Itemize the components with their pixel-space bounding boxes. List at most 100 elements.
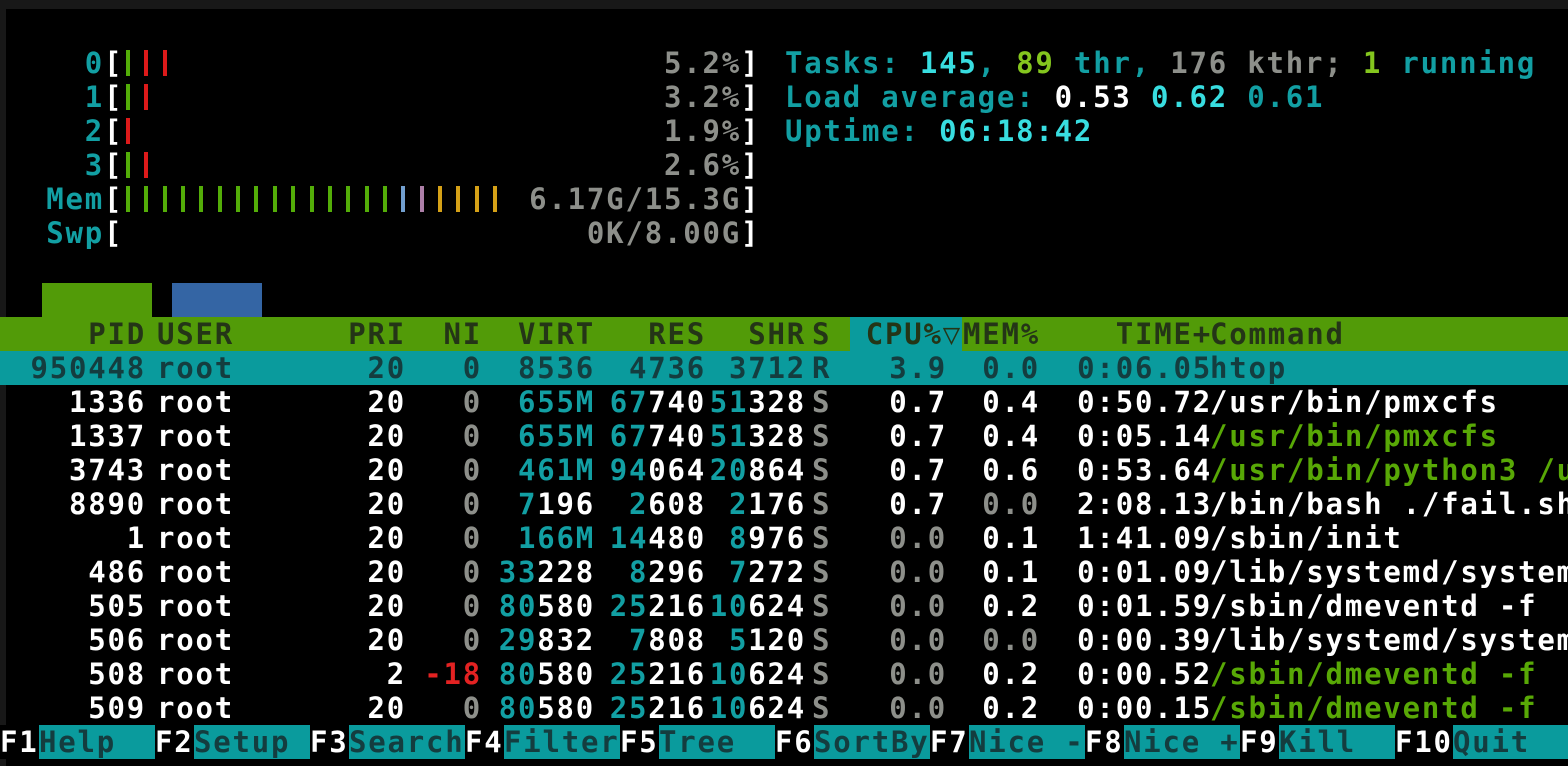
cell-time: 0:05.14 xyxy=(1073,419,1212,453)
fkey-nice[interactable]: F8Nice + xyxy=(1085,725,1240,759)
cell-cpu: 0.7 xyxy=(858,487,947,521)
process-row[interactable]: 486root2003322882967272S0.00.10:01.09/li… xyxy=(0,555,1568,589)
fkey-label: SortBy xyxy=(814,725,930,759)
cell-text: 0.0 xyxy=(889,589,947,623)
cell-text: /lib/systemd/system xyxy=(1210,623,1568,657)
process-row[interactable]: 506root2002983278085120S0.00.00:00.39/li… xyxy=(0,623,1568,657)
cell-text: 0.2 xyxy=(982,691,1040,725)
cell-mem: 0.4 xyxy=(952,385,1040,419)
cell-text: 29 xyxy=(499,623,538,657)
cell-s: S xyxy=(812,589,838,623)
cell-res: 25216 xyxy=(598,589,706,623)
process-row-selected[interactable]: 950448root200853647363712R3.90.00:06.05h… xyxy=(0,351,1568,385)
cell-shr: 10624 xyxy=(698,657,806,691)
process-table-header: PID USER PRINIVIRTRESSHRS CPU%▽MEM% TIME+Com… xyxy=(0,317,1568,351)
function-key-bar: F1HelpF2SetupF3SearchF4FilterF5TreeF6Sor… xyxy=(0,725,1568,759)
meter-open-bracket: [ xyxy=(104,80,126,114)
process-row[interactable]: 1root200166M144808976S0.00.11:41.09/sbin… xyxy=(0,521,1568,555)
tasks-summary-segment: 1 xyxy=(1363,46,1382,80)
fkey-quit[interactable]: F10Quit xyxy=(1395,725,1568,759)
fkey-number: F8 xyxy=(1085,725,1124,759)
cell-mem: 0.2 xyxy=(952,657,1040,691)
cell-text: root xyxy=(157,487,234,521)
cell-cpu: 0.0 xyxy=(858,521,947,555)
cell-text: 0.7 xyxy=(889,385,947,419)
cell-text: 0.1 xyxy=(982,521,1040,555)
cell-text: 1:41.09 xyxy=(1077,521,1212,555)
cell-text: 0.7 xyxy=(889,487,947,521)
cell-text: 67 xyxy=(610,385,649,419)
column-header-cpu-sorted[interactable]: CPU%▽ xyxy=(850,317,962,351)
fkey-filter[interactable]: F4Filter xyxy=(465,725,620,759)
column-header-pri[interactable]: PRI xyxy=(330,317,406,351)
column-header-time[interactable]: TIME+ xyxy=(1073,317,1212,351)
cell-time: 0:53.64 xyxy=(1073,453,1212,487)
process-row[interactable]: 3743root200461M9406420864S0.70.60:53.64/… xyxy=(0,453,1568,487)
green-bar xyxy=(126,152,130,178)
cell-cpu: 0.0 xyxy=(858,623,947,657)
cell-time: 0:06.05 xyxy=(1073,351,1212,385)
cell-cmd: /bin/bash ./fail.sh xyxy=(1210,487,1568,521)
load-average-segment: Load average: xyxy=(785,80,1055,114)
tab-io[interactable]: I/O xyxy=(172,283,262,317)
column-header-res[interactable]: RES xyxy=(598,317,706,351)
fkey-label: Help xyxy=(39,725,155,759)
column-header-shr[interactable]: SHR xyxy=(698,317,806,351)
fkey-search[interactable]: F3Search xyxy=(310,725,465,759)
fkey-label: Quit xyxy=(1453,725,1568,759)
cell-text: root xyxy=(157,351,234,385)
fkey-nice[interactable]: F7Nice - xyxy=(930,725,1085,759)
process-row[interactable]: 8890root200719626082176S0.70.02:08.13/bi… xyxy=(0,487,1568,521)
cell-text: 0:00.39 xyxy=(1077,623,1212,657)
process-row[interactable]: 505root200805802521610624S0.00.20:01.59/… xyxy=(0,589,1568,623)
cell-text: 0.0 xyxy=(889,657,947,691)
cell-virt: 80580 xyxy=(488,589,595,623)
cell-pri: 20 xyxy=(330,623,406,657)
column-header-user[interactable]: USER xyxy=(157,317,307,351)
column-header-mem[interactable]: MEM% xyxy=(952,317,1040,351)
cell-pri: 20 xyxy=(330,691,406,725)
column-header-s[interactable]: S xyxy=(812,317,838,351)
process-row[interactable]: 1337root200655M6774051328S0.70.40:05.14/… xyxy=(0,419,1568,453)
fkey-kill[interactable]: F9Kill xyxy=(1240,725,1395,759)
cell-text: 509 xyxy=(88,691,146,725)
cell-text: S xyxy=(812,589,831,623)
green-bar xyxy=(218,186,222,212)
load-average-segment: 0.53 xyxy=(1055,80,1151,114)
cell-text: root xyxy=(157,521,234,555)
green-bar xyxy=(383,186,387,212)
fkey-sortby[interactable]: F6SortBy xyxy=(775,725,930,759)
red-bar xyxy=(144,152,148,178)
fkey-setup[interactable]: F2Setup xyxy=(155,725,310,759)
process-row[interactable]: 508root2-18805802521610624S0.00.20:00.52… xyxy=(0,657,1568,691)
fkey-number: F7 xyxy=(930,725,969,759)
cell-cpu: 0.0 xyxy=(858,657,947,691)
meter-mem: Mem[6.17G/15.3G] xyxy=(0,182,1568,216)
column-header-cmd[interactable]: Command xyxy=(1210,317,1568,351)
column-header-virt[interactable]: VIRT xyxy=(488,317,595,351)
fkey-help[interactable]: F1Help xyxy=(0,725,155,759)
cell-text: 51 xyxy=(710,419,749,453)
cell-mem: 0.2 xyxy=(952,691,1040,725)
cell-shr: 51328 xyxy=(698,419,806,453)
cell-cmd: /sbin/init xyxy=(1210,521,1568,555)
fkey-label: Kill xyxy=(1279,725,1395,759)
cell-cmd: /usr/bin/pmxcfs xyxy=(1210,419,1568,453)
fkey-tree[interactable]: F5Tree xyxy=(620,725,775,759)
green-bar xyxy=(163,186,167,212)
meter-close-bracket: ] xyxy=(741,182,763,216)
fkey-label: Nice + xyxy=(1124,725,1240,759)
fkey-number: F3 xyxy=(310,725,349,759)
cell-cpu: 0.0 xyxy=(858,691,947,725)
cell-s: S xyxy=(812,419,838,453)
cell-text: root xyxy=(157,589,234,623)
cell-s: S xyxy=(812,487,838,521)
cell-pid: 505 xyxy=(8,589,146,623)
column-header-ni[interactable]: NI xyxy=(398,317,482,351)
process-row[interactable]: 509root200805802521610624S0.00.20:00.15/… xyxy=(0,691,1568,725)
process-row[interactable]: 1336root200655M6774051328S0.70.40:50.72/… xyxy=(0,385,1568,419)
tab-main[interactable]: Main xyxy=(42,283,152,317)
column-header-pid[interactable]: PID xyxy=(8,317,146,351)
meter-value: 3.2% xyxy=(420,80,741,114)
cell-text: 25 xyxy=(610,589,649,623)
